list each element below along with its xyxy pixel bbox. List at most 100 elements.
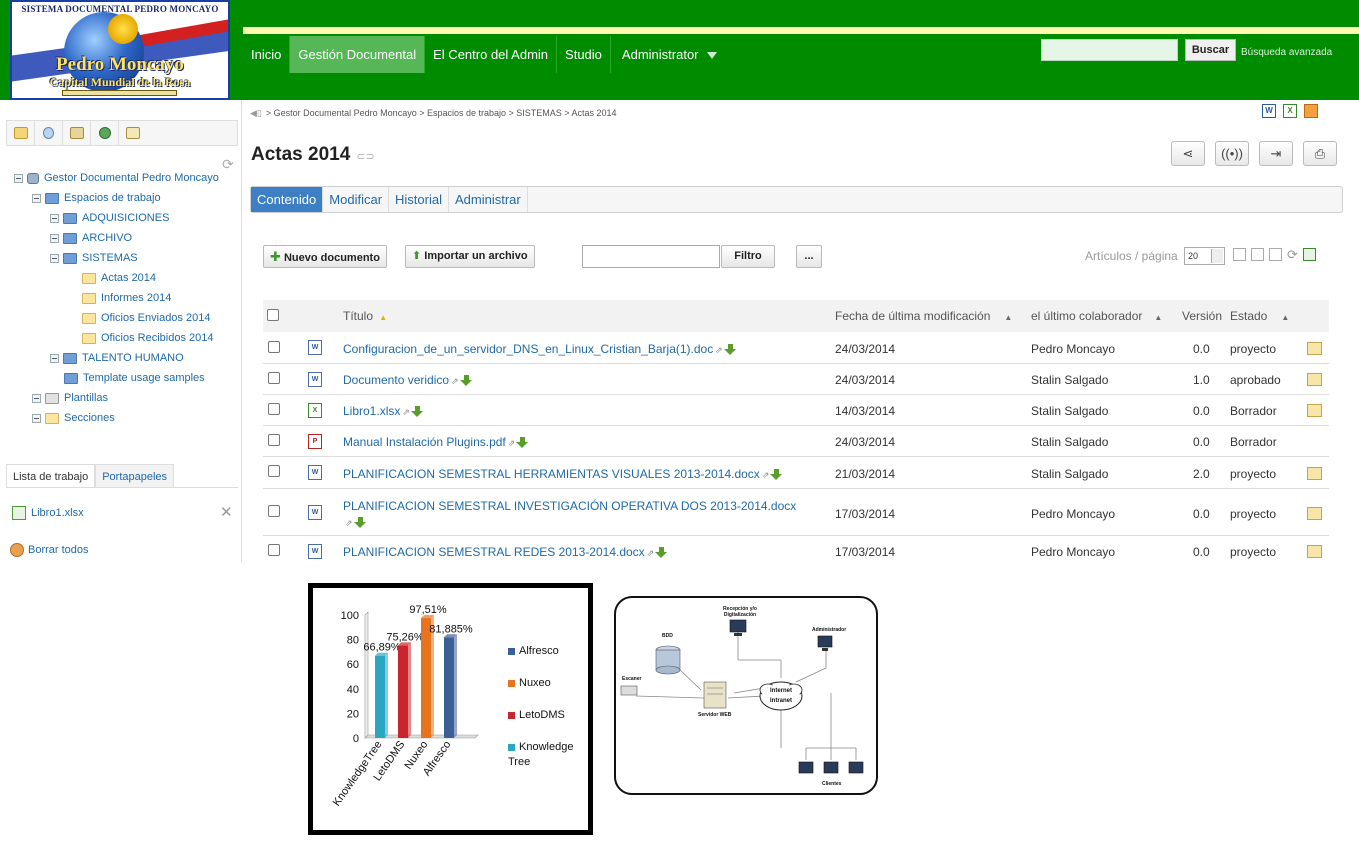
table-row[interactable]: W PLANIFICACION SEMESTRAL INVESTIGACIÓN …: [263, 489, 1329, 536]
tab-modificar[interactable]: Modificar: [323, 187, 390, 212]
row-title[interactable]: Documento veridico ⇗: [343, 373, 473, 387]
clear-all-link[interactable]: Borrar todos: [10, 543, 89, 557]
row-checkbox[interactable]: [268, 341, 280, 353]
collapse-icon[interactable]: [14, 173, 23, 183]
filter-input[interactable]: [582, 245, 720, 268]
nav-administrator[interactable]: Administrator: [611, 36, 725, 73]
worklist-item[interactable]: Libro1.xlsx: [12, 506, 84, 520]
tree-node-oficios-recibidos[interactable]: Oficios Recibidos 2014: [82, 331, 214, 345]
table-row[interactable]: P Manual Instalación Plugins.pdf ⇗ 24/03/…: [263, 426, 1329, 457]
permalink-icon[interactable]: ⊂⊃: [356, 151, 374, 163]
tree-node-informes-2014[interactable]: Informes 2014: [82, 291, 171, 305]
row-title[interactable]: PLANIFICACION SEMESTRAL INVESTIGACIÓN OP…: [343, 498, 813, 531]
tab-contenido[interactable]: Contenido: [251, 187, 324, 212]
tree-node-secciones[interactable]: Secciones: [32, 411, 115, 425]
select-all-checkbox[interactable]: [267, 309, 279, 321]
collapse-icon[interactable]: [32, 193, 41, 203]
excel-export-icon[interactable]: X: [1283, 104, 1297, 118]
print-button[interactable]: ⎙: [1303, 141, 1337, 166]
tree-node-archivo[interactable]: ARCHIVO: [50, 231, 132, 245]
row-title[interactable]: Manual Instalación Plugins.pdf ⇗: [343, 435, 529, 449]
expand-icon[interactable]: [50, 353, 59, 363]
row-title[interactable]: PLANIFICACION SEMESTRAL HERRAMIENTAS VIS…: [343, 467, 783, 481]
excel-export-icon[interactable]: [1302, 248, 1316, 261]
column-title[interactable]: Título ▲: [343, 309, 387, 323]
detail-view-icon[interactable]: [1251, 248, 1264, 261]
word-export-icon[interactable]: W: [1262, 104, 1276, 118]
browse-icon[interactable]: [7, 121, 35, 145]
nav-studio[interactable]: Studio: [557, 36, 611, 73]
row-checkbox[interactable]: [268, 434, 280, 446]
expand-icon[interactable]: [32, 413, 41, 423]
expand-icon[interactable]: [50, 233, 59, 243]
new-document-button[interactable]: ✚ Nuevo documento: [263, 245, 387, 268]
edit-document-icon[interactable]: [1307, 404, 1322, 417]
back-arrow-icon[interactable]: ◀▯: [250, 108, 262, 118]
table-row[interactable]: X Libro1.xlsx ⇗ 14/03/2014 Stalin Salgado…: [263, 395, 1329, 426]
search-icon[interactable]: [35, 121, 63, 145]
nav-inicio[interactable]: Inicio: [243, 36, 291, 73]
edit-document-icon[interactable]: [1307, 507, 1322, 520]
filter-button[interactable]: Filtro: [721, 245, 775, 268]
list-view-icon[interactable]: [1233, 248, 1246, 261]
row-title[interactable]: Libro1.xlsx ⇗: [343, 404, 424, 418]
external-link-icon[interactable]: ⇗: [345, 515, 353, 531]
edit-document-icon[interactable]: [1307, 342, 1322, 355]
nav-centro-admin[interactable]: El Centro del Admin: [425, 36, 558, 73]
table-row[interactable]: W Configuracion_de_un_servidor_DNS_en_Li…: [263, 332, 1329, 364]
tab-administrar[interactable]: Administrar: [449, 187, 528, 212]
expand-icon[interactable]: [32, 393, 41, 403]
advanced-search-link[interactable]: Búsqueda avanzada: [1241, 47, 1332, 58]
download-icon[interactable]: [459, 375, 473, 387]
download-icon[interactable]: [353, 517, 367, 529]
search-input[interactable]: [1041, 39, 1178, 61]
search-button[interactable]: Buscar: [1185, 39, 1236, 61]
expand-icon[interactable]: [50, 213, 59, 223]
refresh-icon[interactable]: ⟳: [222, 156, 234, 173]
slideshow-icon[interactable]: [1304, 104, 1318, 118]
refresh-icon[interactable]: ⟳: [1287, 248, 1298, 261]
row-checkbox[interactable]: [268, 505, 280, 517]
export-button[interactable]: ⇥: [1259, 141, 1293, 166]
row-title[interactable]: Configuracion_de_un_servidor_DNS_en_Linu…: [343, 342, 737, 356]
column-contributor[interactable]: el último colaborador ▲: [1031, 309, 1162, 323]
download-icon[interactable]: [516, 437, 529, 449]
external-link-icon[interactable]: ⇗: [508, 438, 516, 449]
row-checkbox[interactable]: [268, 372, 280, 384]
thumbnail-view-icon[interactable]: [1269, 248, 1282, 261]
tab-portapapeles[interactable]: Portapapeles: [95, 464, 175, 487]
download-icon[interactable]: [723, 344, 737, 356]
tree-node-actas-2014[interactable]: Actas 2014: [82, 271, 156, 285]
close-icon[interactable]: ✕: [220, 503, 233, 521]
tree-node-sistemas[interactable]: SISTEMAS: [50, 251, 138, 265]
import-file-button[interactable]: ⬆ Importar un archivo: [405, 245, 535, 268]
edit-document-icon[interactable]: [1307, 373, 1322, 386]
tree-node-workspaces[interactable]: Espacios de trabajo: [32, 191, 161, 205]
edit-icon[interactable]: [119, 121, 147, 145]
tab-lista-trabajo[interactable]: Lista de trabajo: [6, 464, 96, 487]
download-icon[interactable]: [770, 469, 783, 481]
nav-gestion-documental[interactable]: Gestión Documental: [290, 36, 426, 73]
table-row[interactable]: W PLANIFICACION SEMESTRAL HERRAMIENTAS V…: [263, 457, 1329, 489]
external-link-icon[interactable]: ⇗: [451, 376, 459, 387]
edit-document-icon[interactable]: [1307, 545, 1322, 558]
row-checkbox[interactable]: [268, 465, 280, 477]
row-checkbox[interactable]: [268, 544, 280, 556]
breadcrumb-text[interactable]: > Gestor Documental Pedro Moncayo > Espa…: [266, 108, 617, 118]
subscribe-button[interactable]: ((•)): [1215, 141, 1249, 166]
table-row[interactable]: W PLANIFICACION SEMESTRAL REDES 2013-201…: [263, 536, 1329, 563]
row-checkbox[interactable]: [268, 403, 280, 415]
external-link-icon[interactable]: ⇗: [762, 470, 770, 481]
external-link-icon[interactable]: ⇗: [715, 345, 723, 356]
tree-node-plantillas[interactable]: Plantillas: [32, 391, 108, 405]
collapse-icon[interactable]: [50, 253, 59, 263]
logo[interactable]: SISTEMA DOCUMENTAL PEDRO MONCAYO Pedro M…: [10, 0, 230, 100]
share-button[interactable]: ⋖: [1171, 141, 1205, 166]
column-state[interactable]: Estado ▲: [1230, 309, 1289, 323]
column-version[interactable]: Versión: [1182, 309, 1222, 323]
tree-node-adquisiciones[interactable]: ADQUISICIONES: [50, 211, 169, 225]
edit-document-icon[interactable]: [1307, 467, 1322, 480]
per-page-select[interactable]: 20: [1184, 247, 1225, 265]
more-options-button[interactable]: ...: [796, 245, 822, 268]
download-icon[interactable]: [655, 547, 668, 559]
